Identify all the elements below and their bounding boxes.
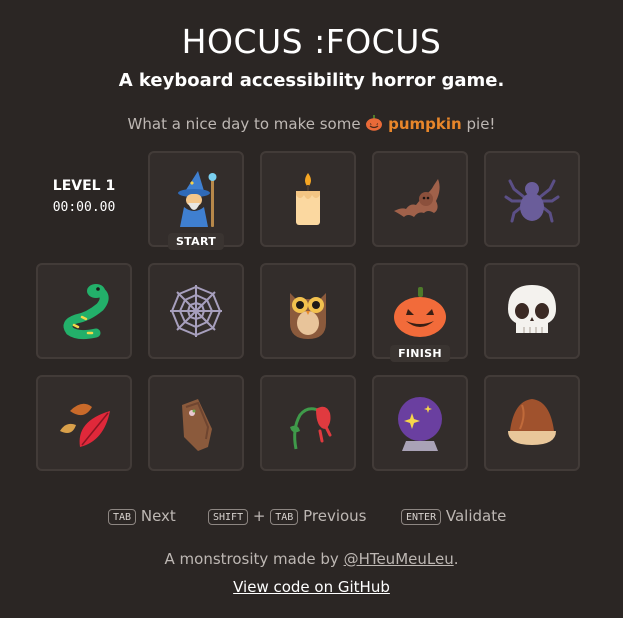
- cell-snake[interactable]: [36, 263, 132, 359]
- tab-key: TAB: [108, 509, 137, 525]
- mage-icon: [178, 171, 217, 227]
- cell-wilted-flower[interactable]: [260, 375, 356, 471]
- cell-jack-o-lantern[interactable]: FINISH: [372, 263, 468, 362]
- validate-label: Validate: [445, 507, 507, 525]
- shift-key: SHIFT: [208, 509, 249, 525]
- cell-coffin[interactable]: [148, 375, 244, 471]
- control-next: TAB Next: [108, 507, 176, 525]
- control-previous: SHIFT + TAB Previous: [208, 507, 367, 525]
- cell-spider[interactable]: [484, 151, 580, 247]
- start-badge: START: [167, 233, 225, 250]
- cell-candle[interactable]: [260, 151, 356, 247]
- enter-key: ENTER: [401, 509, 442, 525]
- author-link[interactable]: @HTeuMeuLeu: [344, 550, 454, 568]
- credit-line: A monstrosity made by @HTeuMeuLeu.: [0, 550, 623, 568]
- game-subtitle: A keyboard accessibility horror game.: [118, 70, 505, 91]
- cell-fallen-leaves[interactable]: [36, 375, 132, 471]
- github-link[interactable]: View code on GitHub: [0, 578, 623, 596]
- skull-icon: [508, 285, 556, 333]
- cell-spider-web[interactable]: [148, 263, 244, 359]
- credit-text: A monstrosity made by: [164, 550, 339, 568]
- finish-badge: FINISH: [390, 345, 450, 362]
- jack-o-lantern-icon: [394, 287, 446, 337]
- level-spacer: [36, 151, 132, 247]
- crystal-ball-icon: [398, 397, 442, 451]
- snake-icon: [63, 284, 109, 340]
- cell-chestnut[interactable]: [484, 375, 580, 471]
- bat-icon: [394, 179, 440, 217]
- tab-key-2: TAB: [270, 509, 299, 525]
- prompt-text-end: pie!: [466, 115, 496, 133]
- fallen-leaves-icon: [60, 403, 110, 447]
- cell-bat[interactable]: [372, 151, 468, 247]
- spider-web-icon: [170, 285, 222, 337]
- cell-crystal-ball[interactable]: [372, 375, 468, 471]
- game-title: HOCUS :FOCUS: [181, 22, 442, 61]
- credit-period: .: [453, 550, 459, 568]
- cell-owl[interactable]: [260, 263, 356, 359]
- plus-sign: +: [252, 507, 266, 525]
- cell-skull[interactable]: [484, 263, 580, 359]
- game-board: START FINISH: [36, 151, 580, 471]
- level-prompt: What a nice day to make some pumpkin pie…: [0, 115, 623, 135]
- next-label: Next: [140, 507, 176, 525]
- chestnut-icon: [508, 399, 556, 445]
- owl-icon: [290, 293, 326, 339]
- prompt-target-word: pumpkin: [388, 115, 462, 133]
- candle-icon: [296, 173, 320, 225]
- wilted-flower-icon: [290, 406, 332, 450]
- cell-mage[interactable]: START: [148, 151, 244, 250]
- control-validate: ENTER Validate: [401, 507, 506, 525]
- coffin-icon: [182, 399, 212, 451]
- pumpkin-icon: [365, 115, 383, 135]
- spider-icon: [504, 179, 560, 223]
- prompt-text: What a nice day to make some: [127, 115, 361, 133]
- previous-label: Previous: [303, 507, 367, 525]
